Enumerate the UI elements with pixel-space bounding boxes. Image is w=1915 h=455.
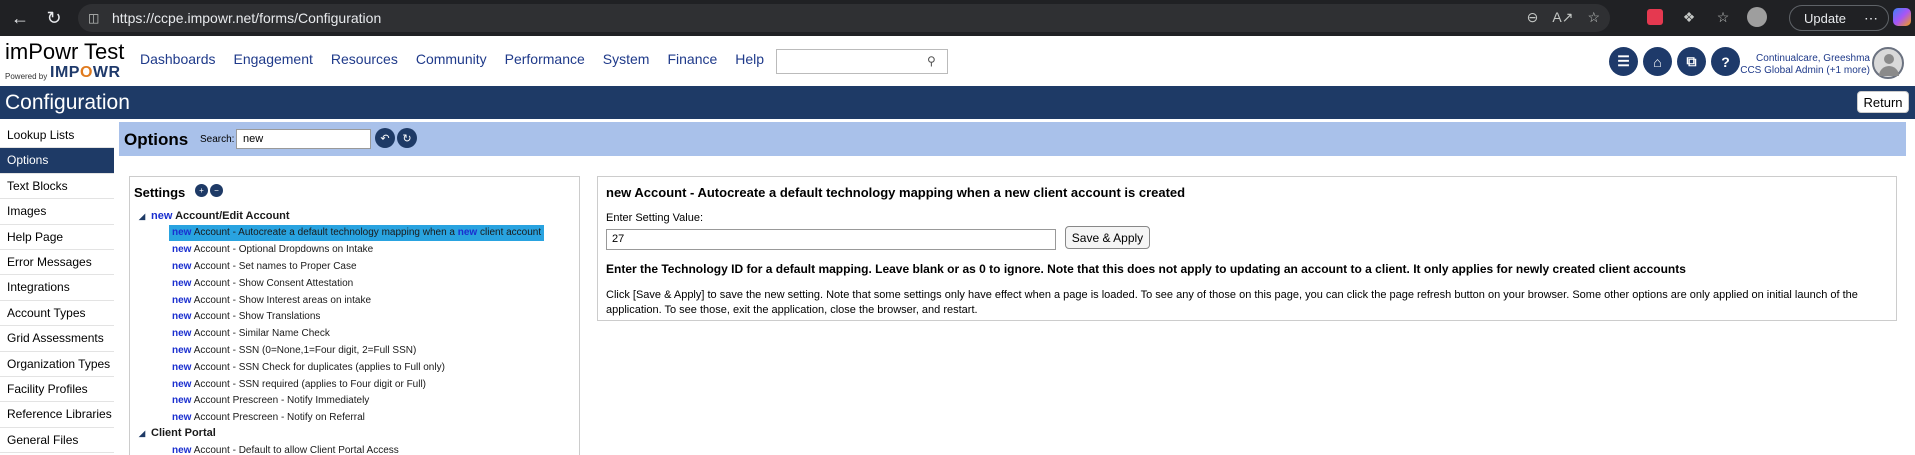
update-label: Update [1804,10,1846,26]
read-aloud-icon[interactable]: A↗ [1552,9,1573,26]
nav-dashboards[interactable]: Dashboards [140,51,216,67]
setting-value-input[interactable]: 27 [606,229,1056,250]
setting-item-interest-areas[interactable]: new Account - Show Interest areas on int… [169,293,374,309]
setting-item-prescreen-referral[interactable]: new Account Prescreen - Notify on Referr… [169,410,368,426]
sidebar-item-reference-libraries[interactable]: Reference Libraries [0,402,114,428]
setting-item-ssn-duplicates[interactable]: new Account - SSN Check for duplicates (… [169,360,448,376]
favorite-star-icon[interactable]: ☆ [1587,9,1600,26]
setting-detail-panel: new Account - Autocreate a default techn… [597,176,1897,321]
setting-item-show-translations[interactable]: new Account - Show Translations [169,309,323,325]
brand-title: imPowr Test [5,39,125,64]
url-text: https://ccpe.impowr.net/forms/Configurat… [112,10,382,26]
sidebar-item-integrations[interactable]: Integrations [0,275,114,301]
setting-item-prescreen-immediately[interactable]: new Account Prescreen - Notify Immediate… [169,393,372,409]
options-title: Options [124,130,189,149]
zoom-icon[interactable]: ⊖ [1527,9,1539,26]
back-arrow-icon[interactable]: ← [6,4,34,32]
extensions-puzzle-icon[interactable]: ❖ [1678,6,1700,28]
user-name: Continualcare, Greeshma [1756,53,1870,64]
user-role: CCS Global Admin (+1 more) [1740,65,1870,76]
page-title-bar: Configuration Return [0,86,1915,119]
setting-description: Enter the Technology ID for a default ma… [606,262,1686,276]
refresh-search-icon[interactable]: ↻ [397,128,417,148]
sidebar-item-options[interactable]: Options [0,148,114,174]
sidebar-item-account-types[interactable]: Account Types [0,301,114,327]
main-nav: Dashboards Engagement Resources Communit… [140,51,764,67]
sidebar-item-images[interactable]: Images [0,199,114,225]
tree-group-account-edit[interactable]: ◢ new Account/Edit Account [139,210,290,222]
list-menu-icon[interactable]: ☰ [1609,47,1638,76]
collapse-all-icon[interactable]: − [210,184,223,197]
user-avatar[interactable] [1872,47,1904,79]
user-info[interactable]: Continualcare, Greeshma CCS Global Admin… [1660,53,1870,77]
nav-community[interactable]: Community [416,51,487,67]
save-apply-note: Click [Save & Apply] to save the new set… [606,289,1858,316]
settings-panel: Settings + − ◢ new Account/Edit Account n… [129,176,580,455]
return-button[interactable]: Return [1857,91,1909,113]
extension-red-icon[interactable] [1644,6,1666,28]
brand[interactable]: imPowr Test Powered by IMPOWR [5,39,125,82]
search-icon[interactable]: ⚲ [927,54,941,68]
sidebar-item-organization-types[interactable]: Organization Types [0,352,114,377]
site-info-icon[interactable]: ◫ [88,11,102,25]
undo-search-icon[interactable]: ↶ [375,128,395,148]
setting-detail-title: new Account - Autocreate a default techn… [606,185,1186,200]
sidebar: Lookup Lists Options Text Blocks Images … [0,123,114,455]
sidebar-item-text-blocks[interactable]: Text Blocks [0,174,114,200]
global-search-input[interactable]: ⚲ [776,49,948,74]
profile-avatar-icon[interactable] [1746,6,1768,28]
sidebar-item-lookup-lists[interactable]: Lookup Lists [0,123,114,149]
nav-finance[interactable]: Finance [667,51,717,67]
setting-item-proper-case[interactable]: new Account - Set names to Proper Case [169,259,360,275]
setting-item-similar-name-check[interactable]: new Account - Similar Name Check [169,326,333,342]
sidebar-item-error-messages[interactable]: Error Messages [0,250,114,276]
sidebar-item-help-page[interactable]: Help Page [0,225,114,250]
options-search-input[interactable]: new [236,129,371,149]
copilot-icon[interactable] [1893,8,1911,26]
page-title: Configuration [5,91,130,114]
nav-engagement[interactable]: Engagement [234,51,313,67]
favorites-icon[interactable]: ☆ [1712,6,1734,28]
options-toolbar: Options Search: new ↶ ↻ [119,122,1906,156]
nav-performance[interactable]: Performance [505,51,585,67]
browser-toolbar: ← ↻ ◫ https://ccpe.impowr.net/forms/Conf… [0,0,1915,36]
nav-resources[interactable]: Resources [331,51,398,67]
collapse-triangle-icon[interactable]: ◢ [139,212,151,221]
sidebar-item-facility-profiles[interactable]: Facility Profiles [0,377,114,403]
update-button[interactable]: Update ⋯ [1789,5,1889,31]
expand-all-icon[interactable]: + [195,184,208,197]
powered-by-text: Powered by [5,72,48,81]
setting-item-autocreate-mapping[interactable]: new Account - Autocreate a default techn… [169,225,545,241]
sidebar-item-grid-assessments[interactable]: Grid Assessments [0,326,114,352]
collapse-triangle-icon[interactable]: ◢ [139,429,151,438]
nav-help[interactable]: Help [735,51,764,67]
impowr-logo: IMPOWR [50,64,121,81]
address-bar[interactable]: ◫ https://ccpe.impowr.net/forms/Configur… [78,4,1610,32]
setting-value-label: Enter Setting Value: [606,212,704,224]
setting-item-client-portal-access[interactable]: new Account - Default to allow Client Po… [169,443,402,455]
setting-item-ssn-mode[interactable]: new Account - SSN (0=None,1=Four digit, … [169,343,419,359]
app-header: imPowr Test Powered by IMPOWR Dashboards… [0,36,1915,86]
refresh-icon[interactable]: ↻ [40,4,68,32]
more-dots-icon[interactable]: ⋯ [1864,10,1878,27]
sidebar-item-general-files[interactable]: General Files [0,428,114,454]
save-apply-button[interactable]: Save & Apply [1065,226,1150,249]
settings-title: Settings [134,185,186,200]
tree-group-client-portal[interactable]: ◢ Client Portal [139,427,216,439]
search-label: Search: [200,134,235,145]
nav-system[interactable]: System [603,51,650,67]
setting-item-ssn-required[interactable]: new Account - SSN required (applies to F… [169,377,429,393]
setting-item-optional-dropdowns[interactable]: new Account - Optional Dropdowns on Inta… [169,242,376,258]
setting-item-consent-attestation[interactable]: new Account - Show Consent Attestation [169,276,356,292]
